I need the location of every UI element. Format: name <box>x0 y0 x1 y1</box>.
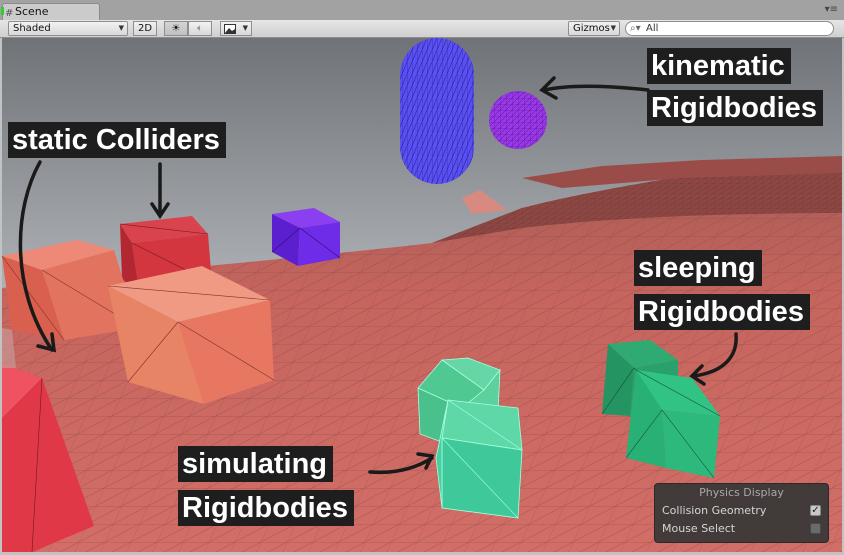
mode-2d-label: 2D <box>137 23 153 34</box>
image-icon <box>224 24 236 34</box>
label-simulating-1: simulating <box>178 446 334 482</box>
search-input[interactable] <box>646 22 826 35</box>
kinematic-capsule <box>400 38 474 184</box>
tab-menu-icon[interactable]: ▾≡ <box>825 4 838 15</box>
check-icon: ✓ <box>811 505 820 516</box>
draw-mode-label: Shaded <box>13 23 51 34</box>
audio-toggle[interactable]: 🔈︎ <box>188 21 212 36</box>
collision-geometry-checkbox[interactable]: ✓ <box>810 505 821 516</box>
label-kinematic-2: Rigidbodies <box>647 90 823 126</box>
label-static: static Colliders <box>8 122 226 158</box>
tab-focus-indicator <box>1 7 4 15</box>
chevron-down-icon: ▼ <box>242 24 248 32</box>
tab-scene[interactable]: # Scene <box>1 3 100 20</box>
chevron-down-icon: ▼ <box>610 24 616 32</box>
mode-2d-button[interactable]: 2D <box>133 21 157 36</box>
speaker-icon: 🔈︎ <box>197 23 203 34</box>
tab-bar: # Scene ▾≡ <box>0 0 844 20</box>
label-sleeping-2: Rigidbodies <box>634 294 810 330</box>
mouse-select-checkbox[interactable] <box>810 523 821 534</box>
label-sleeping-1: sleeping <box>634 250 762 286</box>
sun-icon: ☀ <box>171 23 181 34</box>
scene-search[interactable]: ⌕▾ <box>625 21 834 36</box>
gizmos-label: Gizmos <box>573 23 610 34</box>
gizmos-dropdown[interactable]: Gizmos ▼ <box>568 21 620 36</box>
scene-viewport[interactable]: kinematic Rigidbodies static Colliders s… <box>2 38 842 552</box>
kinematic-sphere <box>489 91 547 149</box>
label-simulating-2: Rigidbodies <box>178 490 354 526</box>
mouse-select-label: Mouse Select <box>662 522 736 535</box>
effects-dropdown[interactable]: ▼ <box>220 21 252 36</box>
draw-mode-dropdown[interactable]: Shaded ▼ <box>8 21 128 36</box>
collision-geometry-label: Collision Geometry <box>662 504 767 517</box>
chevron-down-icon: ▼ <box>118 24 124 32</box>
simulating-rigidbody-front <box>435 399 523 519</box>
scene-toolbar: Shaded ▼ 2D ☀ 🔈︎ ▼ Gizmos ▼ ⌕▾ <box>0 20 844 38</box>
label-kinematic-1: kinematic <box>647 48 791 84</box>
search-icon: ⌕▾ <box>630 23 641 34</box>
physics-display-title: Physics Display <box>699 486 784 499</box>
purple-cube <box>271 208 341 266</box>
lighting-toggle[interactable]: ☀ <box>164 21 188 36</box>
physics-display-panel: Physics Display Collision Geometry ✓ Mou… <box>654 483 829 543</box>
tab-scene-label: Scene <box>15 5 49 18</box>
